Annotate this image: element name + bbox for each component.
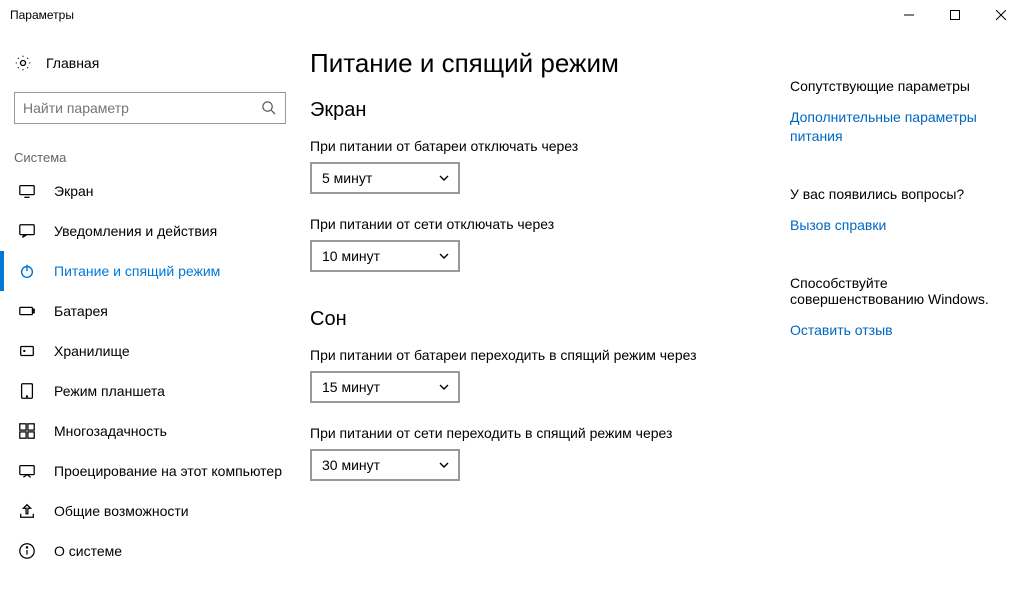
chevron-down-icon	[438, 381, 450, 393]
tablet-icon	[18, 382, 36, 400]
screen-battery-value: 5 минут	[322, 170, 372, 186]
screen-battery-label: При питании от батареи отключать через	[310, 138, 770, 154]
sidebar-item-label: Питание и спящий режим	[54, 263, 220, 279]
section-title-screen: Экран	[310, 99, 770, 122]
chevron-down-icon	[438, 172, 450, 184]
questions-heading: У вас появились вопросы?	[790, 186, 1000, 202]
help-link[interactable]: Вызов справки	[790, 216, 1000, 235]
search-icon	[261, 100, 277, 116]
search-box[interactable]	[14, 92, 286, 124]
multitasking-icon	[18, 422, 36, 440]
sidebar: Главная Система Экран Уведомления и дейс…	[0, 30, 300, 606]
screen-plugged-label: При питании от сети отключать через	[310, 216, 770, 232]
sidebar-item-label: Уведомления и действия	[54, 223, 217, 239]
battery-icon	[18, 302, 36, 320]
main-area: Питание и спящий режим Экран При питании…	[300, 30, 1024, 606]
sidebar-item-label: Общие возможности	[54, 503, 189, 519]
sleep-plugged-combo[interactable]: 30 минут	[310, 449, 460, 481]
sleep-battery-label: При питании от батареи переходить в спящ…	[310, 347, 770, 363]
home-label: Главная	[46, 55, 99, 71]
close-button[interactable]	[978, 0, 1024, 30]
sidebar-item-label: Многозадачность	[54, 423, 167, 439]
screen-plugged-value: 10 минут	[322, 248, 380, 264]
related-heading: Сопутствующие параметры	[790, 78, 1000, 94]
sleep-plugged-value: 30 минут	[322, 457, 380, 473]
info-icon	[18, 542, 36, 560]
sidebar-item-tablet-mode[interactable]: Режим планшета	[0, 371, 300, 411]
sidebar-item-battery[interactable]: Батарея	[0, 291, 300, 331]
section-title-sleep: Сон	[310, 308, 770, 331]
right-pane: Сопутствующие параметры Дополнительные п…	[770, 48, 1000, 606]
sidebar-item-label: О системе	[54, 543, 122, 559]
sidebar-item-notifications[interactable]: Уведомления и действия	[0, 211, 300, 251]
sidebar-item-multitasking[interactable]: Многозадачность	[0, 411, 300, 451]
sidebar-item-label: Хранилище	[54, 343, 130, 359]
chevron-down-icon	[438, 250, 450, 262]
minimize-button[interactable]	[886, 0, 932, 30]
screen-plugged-combo[interactable]: 10 минут	[310, 240, 460, 272]
sidebar-item-projecting[interactable]: Проецирование на этот компьютер	[0, 451, 300, 491]
group-header-system: Система	[14, 150, 286, 165]
window-buttons	[886, 0, 1024, 30]
page-title: Питание и спящий режим	[310, 48, 770, 79]
sidebar-item-label: Режим планшета	[54, 383, 165, 399]
gear-icon	[14, 54, 32, 72]
screen-battery-combo[interactable]: 5 минут	[310, 162, 460, 194]
home-link[interactable]: Главная	[0, 48, 300, 78]
feedback-heading: Способствуйте совершенствованию Windows.	[790, 275, 1000, 307]
sidebar-item-label: Экран	[54, 183, 94, 199]
display-icon	[18, 182, 36, 200]
related-link-additional-power[interactable]: Дополнительные параметры питания	[790, 108, 1000, 146]
titlebar: Параметры	[0, 0, 1024, 30]
sidebar-item-display[interactable]: Экран	[0, 171, 300, 211]
maximize-button[interactable]	[932, 0, 978, 30]
sidebar-item-shared[interactable]: Общие возможности	[0, 491, 300, 531]
sleep-battery-combo[interactable]: 15 минут	[310, 371, 460, 403]
sleep-plugged-label: При питании от сети переходить в спящий …	[310, 425, 770, 441]
notifications-icon	[18, 222, 36, 240]
sidebar-item-label: Проецирование на этот компьютер	[54, 463, 282, 479]
projecting-icon	[18, 462, 36, 480]
sidebar-item-storage[interactable]: Хранилище	[0, 331, 300, 371]
sleep-battery-value: 15 минут	[322, 379, 380, 395]
window-title: Параметры	[10, 8, 74, 22]
power-icon	[18, 262, 36, 280]
sidebar-item-label: Батарея	[54, 303, 108, 319]
sidebar-item-about[interactable]: О системе	[0, 531, 300, 571]
chevron-down-icon	[438, 459, 450, 471]
sidebar-item-power-sleep[interactable]: Питание и спящий режим	[0, 251, 300, 291]
shared-icon	[18, 502, 36, 520]
feedback-link[interactable]: Оставить отзыв	[790, 321, 1000, 340]
storage-icon	[18, 342, 36, 360]
search-input[interactable]	[23, 100, 261, 116]
